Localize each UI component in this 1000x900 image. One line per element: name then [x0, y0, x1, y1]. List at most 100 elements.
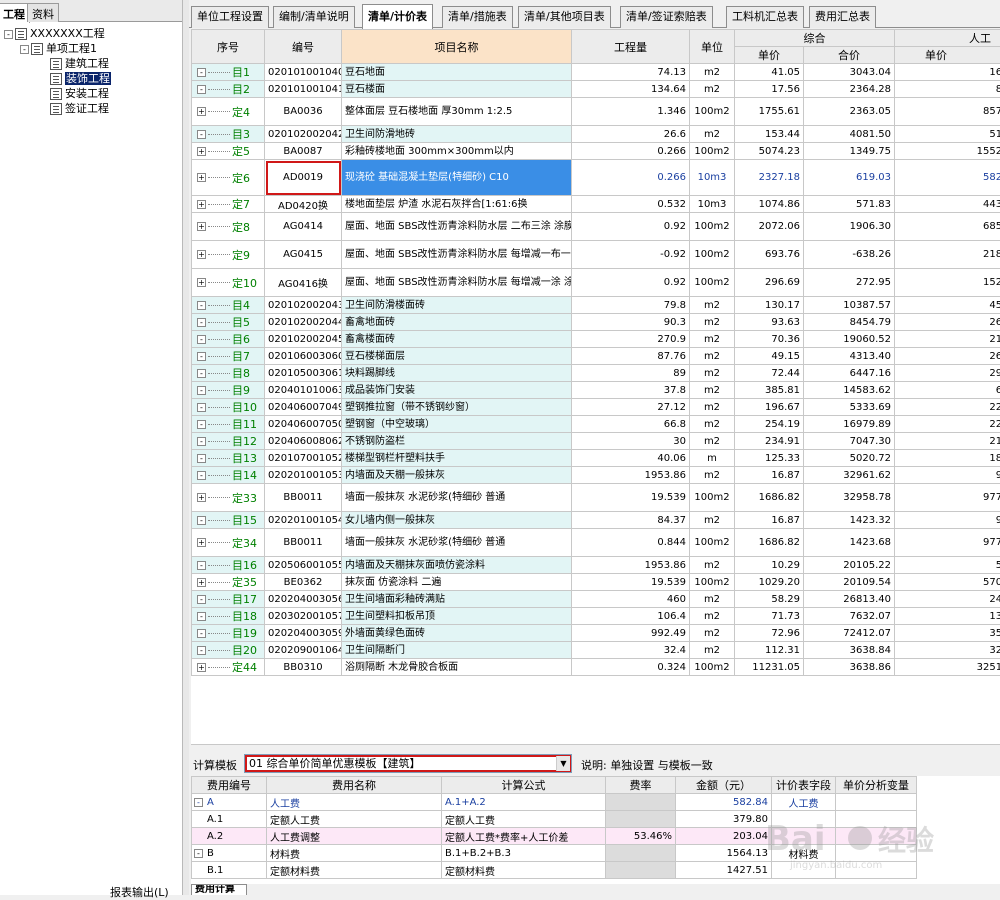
seq-cell[interactable]: -目14: [192, 467, 265, 484]
unit-price-cell[interactable]: 125.33: [735, 450, 804, 467]
fee-variable-cell[interactable]: [836, 794, 917, 811]
code-cell[interactable]: 020107001052: [265, 450, 342, 467]
unit-price-cell[interactable]: 1074.86: [735, 196, 804, 213]
unit-price-cell[interactable]: 72.44: [735, 365, 804, 382]
fee-name-cell[interactable]: 定额材料费: [267, 862, 442, 879]
unit-cell[interactable]: m2: [690, 591, 735, 608]
unit-price-cell[interactable]: 17.56: [735, 81, 804, 98]
seq-cell[interactable]: -目17: [192, 591, 265, 608]
fee-name-cell[interactable]: 人工费调整: [267, 828, 442, 845]
name-cell[interactable]: 卫生间塑料扣板吊顶: [342, 608, 572, 625]
unit-price-cell[interactable]: 2327.18: [735, 160, 804, 196]
expand-icon[interactable]: +: [197, 538, 206, 547]
name-cell[interactable]: 畜禽楼面砖: [342, 331, 572, 348]
total-cell[interactable]: 20105.22: [804, 557, 895, 574]
seq-cell[interactable]: +定10: [192, 269, 265, 297]
labor-price-cell[interactable]: 21.14: [895, 331, 1000, 348]
name-cell[interactable]: 楼地面垫层 炉渣 水泥石灰拌合[1:61:6换: [342, 196, 572, 213]
tab-bill-visa-claims[interactable]: 清单/签证索赔表: [620, 6, 713, 28]
name-cell[interactable]: 整体面层 豆石楼地面 厚30mm 1:2.5: [342, 98, 572, 126]
tree-node-installation[interactable]: 安装工程: [50, 86, 109, 101]
fee-code-cell[interactable]: A.1: [192, 811, 267, 828]
table-row[interactable]: -目7020106003060豆石楼梯面层87.76m249.154313.40…: [192, 348, 1000, 365]
table-row[interactable]: +定10AG0416换屋面、地面 SBS改性沥青涂料防水层 每增减一涂 涂膜厚0…: [192, 269, 1000, 297]
unit-price-cell[interactable]: 385.81: [735, 382, 804, 399]
seq-cell[interactable]: -目15: [192, 512, 265, 529]
unit-cell[interactable]: m2: [690, 416, 735, 433]
unit-cell[interactable]: m2: [690, 512, 735, 529]
seq-cell[interactable]: -目4: [192, 297, 265, 314]
fee-field-cell[interactable]: 材料费: [772, 845, 836, 862]
expand-icon[interactable]: +: [197, 578, 206, 587]
code-cell[interactable]: 020102002044: [265, 314, 342, 331]
name-cell[interactable]: 内墙面及天棚抹灰面喷仿瓷涂料: [342, 557, 572, 574]
fee-amount-cell[interactable]: 379.80: [676, 811, 772, 828]
seq-cell[interactable]: +定4: [192, 98, 265, 126]
labor-price-cell[interactable]: 22.55: [895, 416, 1000, 433]
code-cell[interactable]: BB0310: [265, 659, 342, 676]
col-seq[interactable]: 序号: [192, 30, 265, 64]
quantity-cell[interactable]: 270.9: [572, 331, 690, 348]
table-row[interactable]: -目1020101001040豆石地面74.13m241.053043.0416…: [192, 64, 1000, 81]
name-cell[interactable]: 外墙面黄绿色面砖: [342, 625, 572, 642]
quantity-cell[interactable]: 87.76: [572, 348, 690, 365]
seq-cell[interactable]: -目20: [192, 642, 265, 659]
quantity-cell[interactable]: 40.06: [572, 450, 690, 467]
unit-cell[interactable]: m2: [690, 331, 735, 348]
name-cell[interactable]: 女儿墙内侧一般抹灰: [342, 512, 572, 529]
table-row[interactable]: -目13020107001052楼梯型钢栏杆塑料扶手40.06m125.3350…: [192, 450, 1000, 467]
col-code[interactable]: 编号: [265, 30, 342, 64]
quantity-cell[interactable]: 0.844: [572, 529, 690, 557]
labor-price-cell[interactable]: 18.53: [895, 450, 1000, 467]
table-row[interactable]: +定34BB0011墙面一般抹灰 水泥砂浆(特细砂 普通0.844100m216…: [192, 529, 1000, 557]
expand-icon[interactable]: -: [197, 403, 206, 412]
name-cell[interactable]: 塑钢推拉窗（带不锈钢纱窗）: [342, 399, 572, 416]
table-row[interactable]: -目18020302001057卫生间塑料扣板吊顶106.4m271.73763…: [192, 608, 1000, 625]
code-cell[interactable]: 020101001040: [265, 64, 342, 81]
table-row[interactable]: -目10020406007049塑钢推拉窗（带不锈钢纱窗）27.12m2196.…: [192, 399, 1000, 416]
quantity-cell[interactable]: 79.8: [572, 297, 690, 314]
unit-price-cell[interactable]: 130.17: [735, 297, 804, 314]
labor-price-cell[interactable]: 5.70: [895, 557, 1000, 574]
code-cell[interactable]: BB0011: [265, 484, 342, 512]
code-cell[interactable]: 020406007050: [265, 416, 342, 433]
table-row[interactable]: +定5BA0087彩釉砖楼地面 300mm×300mm以内0.266100m25…: [192, 143, 1000, 160]
unit-cell[interactable]: 100m2: [690, 529, 735, 557]
tab-material-summary[interactable]: 工料机汇总表: [726, 6, 804, 28]
fee-row[interactable]: B.1定额材料费定额材料费1427.51: [192, 862, 917, 879]
labor-price-cell[interactable]: 13.33: [895, 608, 1000, 625]
total-cell[interactable]: 19060.52: [804, 331, 895, 348]
fee-amount-cell[interactable]: 1564.13: [676, 845, 772, 862]
labor-price-cell[interactable]: 6.40: [895, 382, 1000, 399]
quantity-cell[interactable]: 0.532: [572, 196, 690, 213]
name-cell[interactable]: 豆石地面: [342, 64, 572, 81]
labor-price-cell[interactable]: 26.96: [895, 314, 1000, 331]
labor-price-cell[interactable]: 582.84: [895, 160, 1000, 196]
fee-field-cell[interactable]: [772, 828, 836, 845]
unit-cell[interactable]: m2: [690, 433, 735, 450]
fee-formula-cell[interactable]: A.1+A.2: [442, 794, 606, 811]
fee-rate-cell[interactable]: 53.46%: [606, 828, 676, 845]
total-cell[interactable]: 20109.54: [804, 574, 895, 591]
table-row[interactable]: -目11020406007050塑钢窗（中空玻璃）66.8m2254.19169…: [192, 416, 1000, 433]
table-row[interactable]: +定9AG0415屋面、地面 SBS改性沥青涂料防水层 每增减一布一涂 涂膜厚0…: [192, 241, 1000, 269]
code-cell[interactable]: 020102002042: [265, 126, 342, 143]
unit-cell[interactable]: 10m3: [690, 196, 735, 213]
table-row[interactable]: -目6020102002045畜禽楼面砖270.9m270.3619060.52…: [192, 331, 1000, 348]
total-cell[interactable]: 1423.32: [804, 512, 895, 529]
total-cell[interactable]: 619.03: [804, 160, 895, 196]
total-cell[interactable]: 72412.07: [804, 625, 895, 642]
col-comp-unit-price[interactable]: 单价: [735, 47, 804, 64]
code-cell[interactable]: 020102002043: [265, 297, 342, 314]
unit-cell[interactable]: 100m2: [690, 241, 735, 269]
expand-icon[interactable]: -: [197, 369, 206, 378]
seq-cell[interactable]: +定8: [192, 213, 265, 241]
col-comp-total[interactable]: 合价: [804, 47, 895, 64]
total-cell[interactable]: 26813.40: [804, 591, 895, 608]
quantity-cell[interactable]: 89: [572, 365, 690, 382]
seq-cell[interactable]: -目10: [192, 399, 265, 416]
quantity-cell[interactable]: 0.266: [572, 143, 690, 160]
name-cell[interactable]: 楼梯型钢栏杆塑料扶手: [342, 450, 572, 467]
total-cell[interactable]: 32958.78: [804, 484, 895, 512]
tab-documents[interactable]: 资料: [27, 3, 59, 22]
